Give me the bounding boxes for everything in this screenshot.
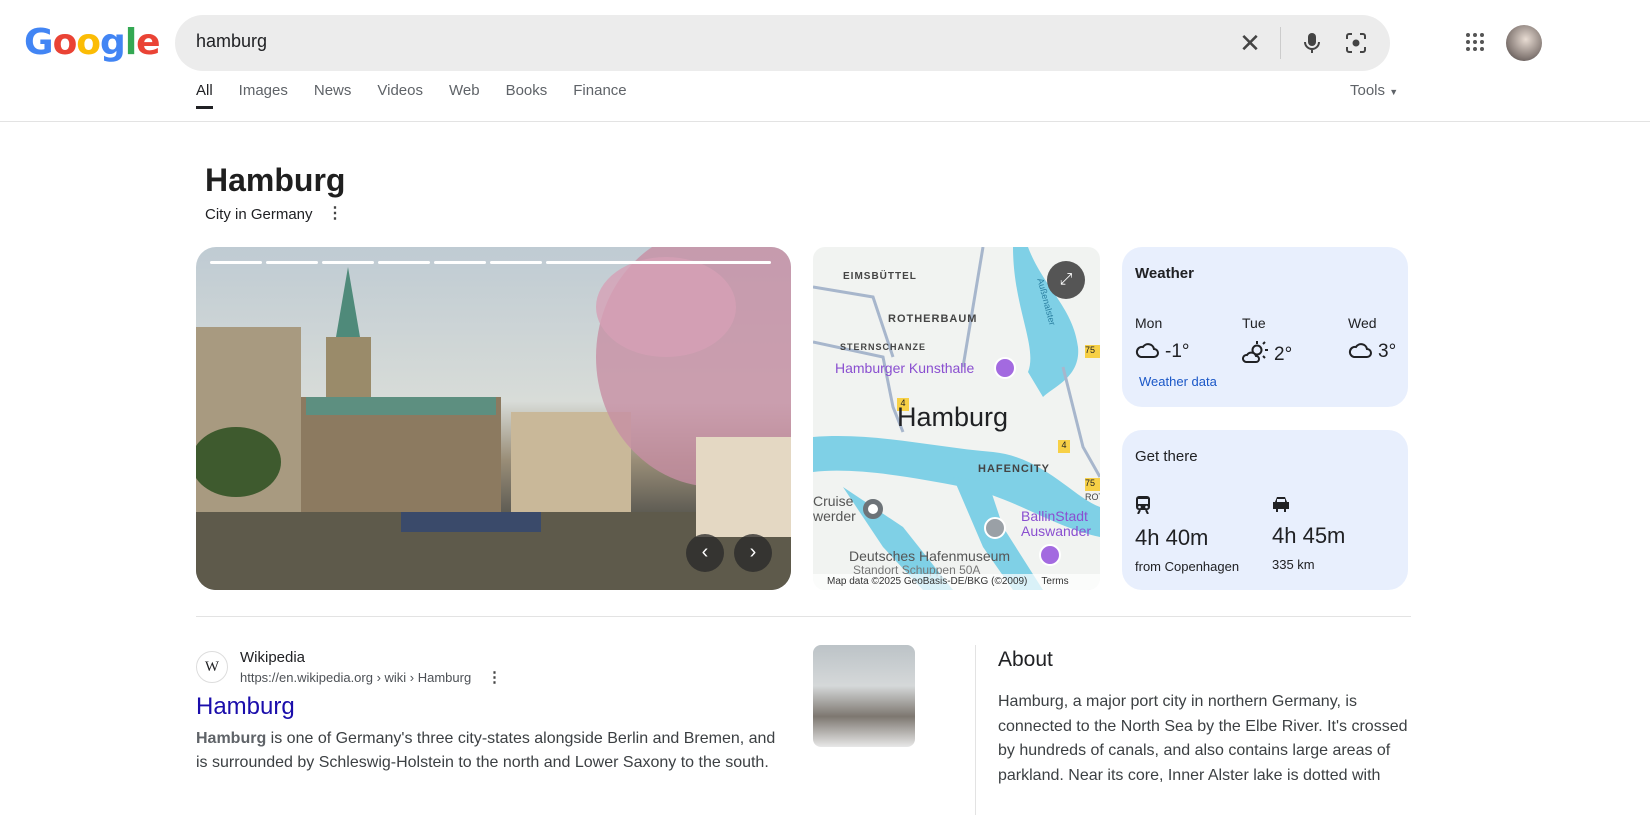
clear-icon[interactable]: ✕ [1236,28,1264,58]
map-poi-ballinstadt[interactable]: BallinStadt Auswander [1021,509,1091,539]
train-icon [1135,496,1151,518]
map-label: Cruise [813,493,854,509]
result-thumbnail[interactable] [813,645,915,747]
entity-title: Hamburg [205,162,346,198]
tab-news[interactable]: News [314,82,352,109]
get-there-card[interactable]: Get there 4h 40m from Copenhagen 4h 45m … [1122,430,1408,590]
wikipedia-favicon: W [196,651,228,683]
tab-finance[interactable]: Finance [573,82,626,109]
result-title-link[interactable]: Hamburg [196,693,295,721]
day-label: Wed [1348,315,1377,331]
travel-time: 4h 45m [1272,523,1346,548]
tools-button[interactable]: Tools ▼ [1350,82,1398,99]
car-icon [1272,497,1290,516]
tab-all[interactable]: All [196,82,213,109]
result-source[interactable]: Wikipedia [240,649,305,666]
snippet-bold: Hamburg [196,730,267,747]
museum-icon[interactable] [994,357,1016,379]
tab-images[interactable]: Images [239,82,288,109]
tab-videos[interactable]: Videos [377,82,423,109]
travel-option-car[interactable]: 4h 45m 335 km [1272,496,1345,572]
map-terms-link[interactable]: Terms [1041,576,1068,587]
result-snippet: Hamburg is one of Germany's three city-s… [196,727,786,775]
map-label: STERNSCHANZE [840,342,927,352]
city-photo[interactable]: ‹ › [196,247,791,590]
weather-data-link[interactable]: Weather data [1139,374,1217,389]
travel-time: 4h 40m [1135,525,1209,550]
map-attribution: Map data ©2025 GeoBasis-DE/BKG (©2009) [827,576,1028,587]
map-poi-kunsthalle[interactable]: Hamburger Kunsthalle [835,360,974,376]
avatar[interactable] [1506,25,1542,61]
about-title: About [998,648,1053,671]
road-sign: 4 [1058,440,1070,453]
more-options-icon[interactable]: ⋮ [327,203,343,223]
search-box[interactable]: ✕ [175,15,1390,71]
snippet-text: is one of Germany's three city-states al… [196,730,776,771]
weather-title: Weather [1135,265,1194,282]
travel-detail: from Copenhagen [1135,559,1240,574]
tools-label: Tools [1350,82,1386,99]
map-poi-cruise[interactable]: Cruise werder [813,494,856,524]
weather-day: Mon -1° [1135,315,1190,363]
cloud-icon [1135,342,1159,363]
lens-icon[interactable] [1342,29,1370,57]
map-label: Deutsches Hafenmuseum [849,548,1011,564]
map-label: ROTHERBAUM [888,313,978,325]
weather-day: Tue 2° [1242,315,1292,368]
pin-icon [863,499,883,519]
section-divider [196,616,1411,617]
previous-image-button[interactable]: ‹ [686,534,724,572]
google-logo[interactable]: Google [24,22,161,63]
entity-subtitle: City in Germany [205,206,313,223]
search-tabs: All Images News Videos Web Books Finance [196,82,627,109]
result-url[interactable]: https://en.wikipedia.org › wiki › Hambur… [240,670,471,685]
next-image-button[interactable]: › [734,534,772,572]
weather-day: Wed 3° [1348,315,1396,363]
weather-card[interactable]: Weather Mon -1° Tue 2° Wed 3° Weather da… [1122,247,1408,407]
museum-icon [984,517,1006,539]
temperature: 3° [1378,341,1397,362]
travel-option-train[interactable]: 4h 40m from Copenhagen [1135,496,1239,574]
apps-icon[interactable] [1465,32,1485,57]
map-attribution-bar: Map data ©2025 GeoBasis-DE/BKG (©2009) Te… [813,574,1100,590]
temperature: -1° [1165,341,1190,362]
day-label: Mon [1135,315,1163,331]
museum-icon[interactable] [1039,544,1061,566]
about-text: Hamburg, a major port city in northern G… [998,693,1408,784]
carousel-progress [210,261,771,264]
map-label: Auswander [1021,523,1092,539]
divider [1280,27,1281,59]
tab-books[interactable]: Books [506,82,548,109]
day-label: Tue [1242,315,1266,331]
search-input[interactable] [196,31,1096,52]
road-sign: 75 [1085,345,1100,358]
map-label: BallinStadt [1021,508,1088,524]
expand-map-icon[interactable]: ⤢ [1047,261,1085,299]
header-divider [0,121,1650,122]
result-more-options-icon[interactable]: ⋮ [487,668,502,686]
road-sign: 75 [1085,478,1100,491]
travel-detail: 335 km [1272,557,1315,572]
tab-web[interactable]: Web [449,82,480,109]
cloud-icon [1348,342,1372,363]
map-label: HAFENCITY [978,463,1050,475]
map[interactable]: EIMSBÜTTEL ROTHERBAUM STERNSCHANZE Außen… [813,247,1100,590]
partly-sunny-icon [1242,341,1268,368]
get-there-title: Get there [1135,448,1198,465]
map-label: werder [813,508,856,524]
map-label: EIMSBÜTTEL [843,271,917,282]
microphone-icon[interactable] [1298,29,1326,57]
map-city-label: Hamburg [897,402,1009,432]
temperature: 2° [1274,343,1293,365]
dropdown-arrow-icon: ▼ [1389,87,1399,97]
map-label: ROT [1085,492,1100,502]
column-divider [975,645,976,815]
